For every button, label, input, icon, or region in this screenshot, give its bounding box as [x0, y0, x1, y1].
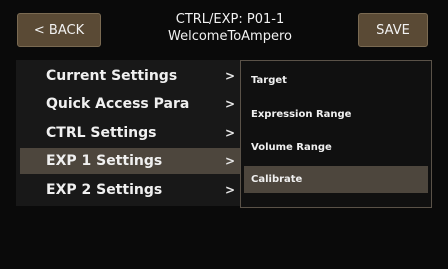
menu-item-exp2-settings[interactable]: EXP 2 Settings >: [20, 177, 244, 203]
chevron-right-icon: >: [225, 97, 236, 111]
exp1-submenu: Target Expression Range Volume Range Cal…: [240, 60, 432, 208]
page-title: CTRL/EXP: P01-1 WelcomeToAmpero: [110, 11, 350, 45]
submenu-item-volume-range[interactable]: Volume Range: [244, 134, 428, 161]
chevron-right-icon: >: [225, 126, 236, 140]
chevron-right-icon: >: [225, 154, 236, 168]
title-line-1: CTRL/EXP: P01-1: [175, 12, 285, 27]
menu-item-quick-access-para[interactable]: Quick Access Para >: [20, 91, 244, 117]
menu-item-label: CTRL Settings: [46, 125, 157, 141]
submenu-item-target[interactable]: Target: [244, 67, 428, 94]
header-bar: < BACK CTRL/EXP: P01-1 WelcomeToAmpero S…: [0, 0, 448, 58]
title-line-2: WelcomeToAmpero: [168, 29, 292, 44]
save-button[interactable]: SAVE: [358, 13, 428, 47]
menu-item-label: Quick Access Para: [46, 96, 190, 112]
device-screen: < BACK CTRL/EXP: P01-1 WelcomeToAmpero S…: [0, 0, 448, 269]
menu-item-ctrl-settings[interactable]: CTRL Settings >: [20, 120, 244, 146]
settings-menu: Current Settings > Quick Access Para > C…: [16, 60, 244, 206]
menu-item-label: EXP 1 Settings: [46, 153, 163, 169]
menu-item-label: EXP 2 Settings: [46, 182, 163, 198]
submenu-item-calibrate[interactable]: Calibrate: [244, 166, 428, 193]
submenu-item-expression-range[interactable]: Expression Range: [244, 101, 428, 128]
back-button[interactable]: < BACK: [17, 13, 101, 47]
menu-item-exp1-settings[interactable]: EXP 1 Settings >: [20, 148, 244, 174]
menu-item-label: Current Settings: [46, 68, 178, 84]
chevron-right-icon: >: [225, 183, 236, 197]
chevron-right-icon: >: [225, 69, 236, 83]
menu-item-current-settings[interactable]: Current Settings >: [20, 63, 244, 89]
